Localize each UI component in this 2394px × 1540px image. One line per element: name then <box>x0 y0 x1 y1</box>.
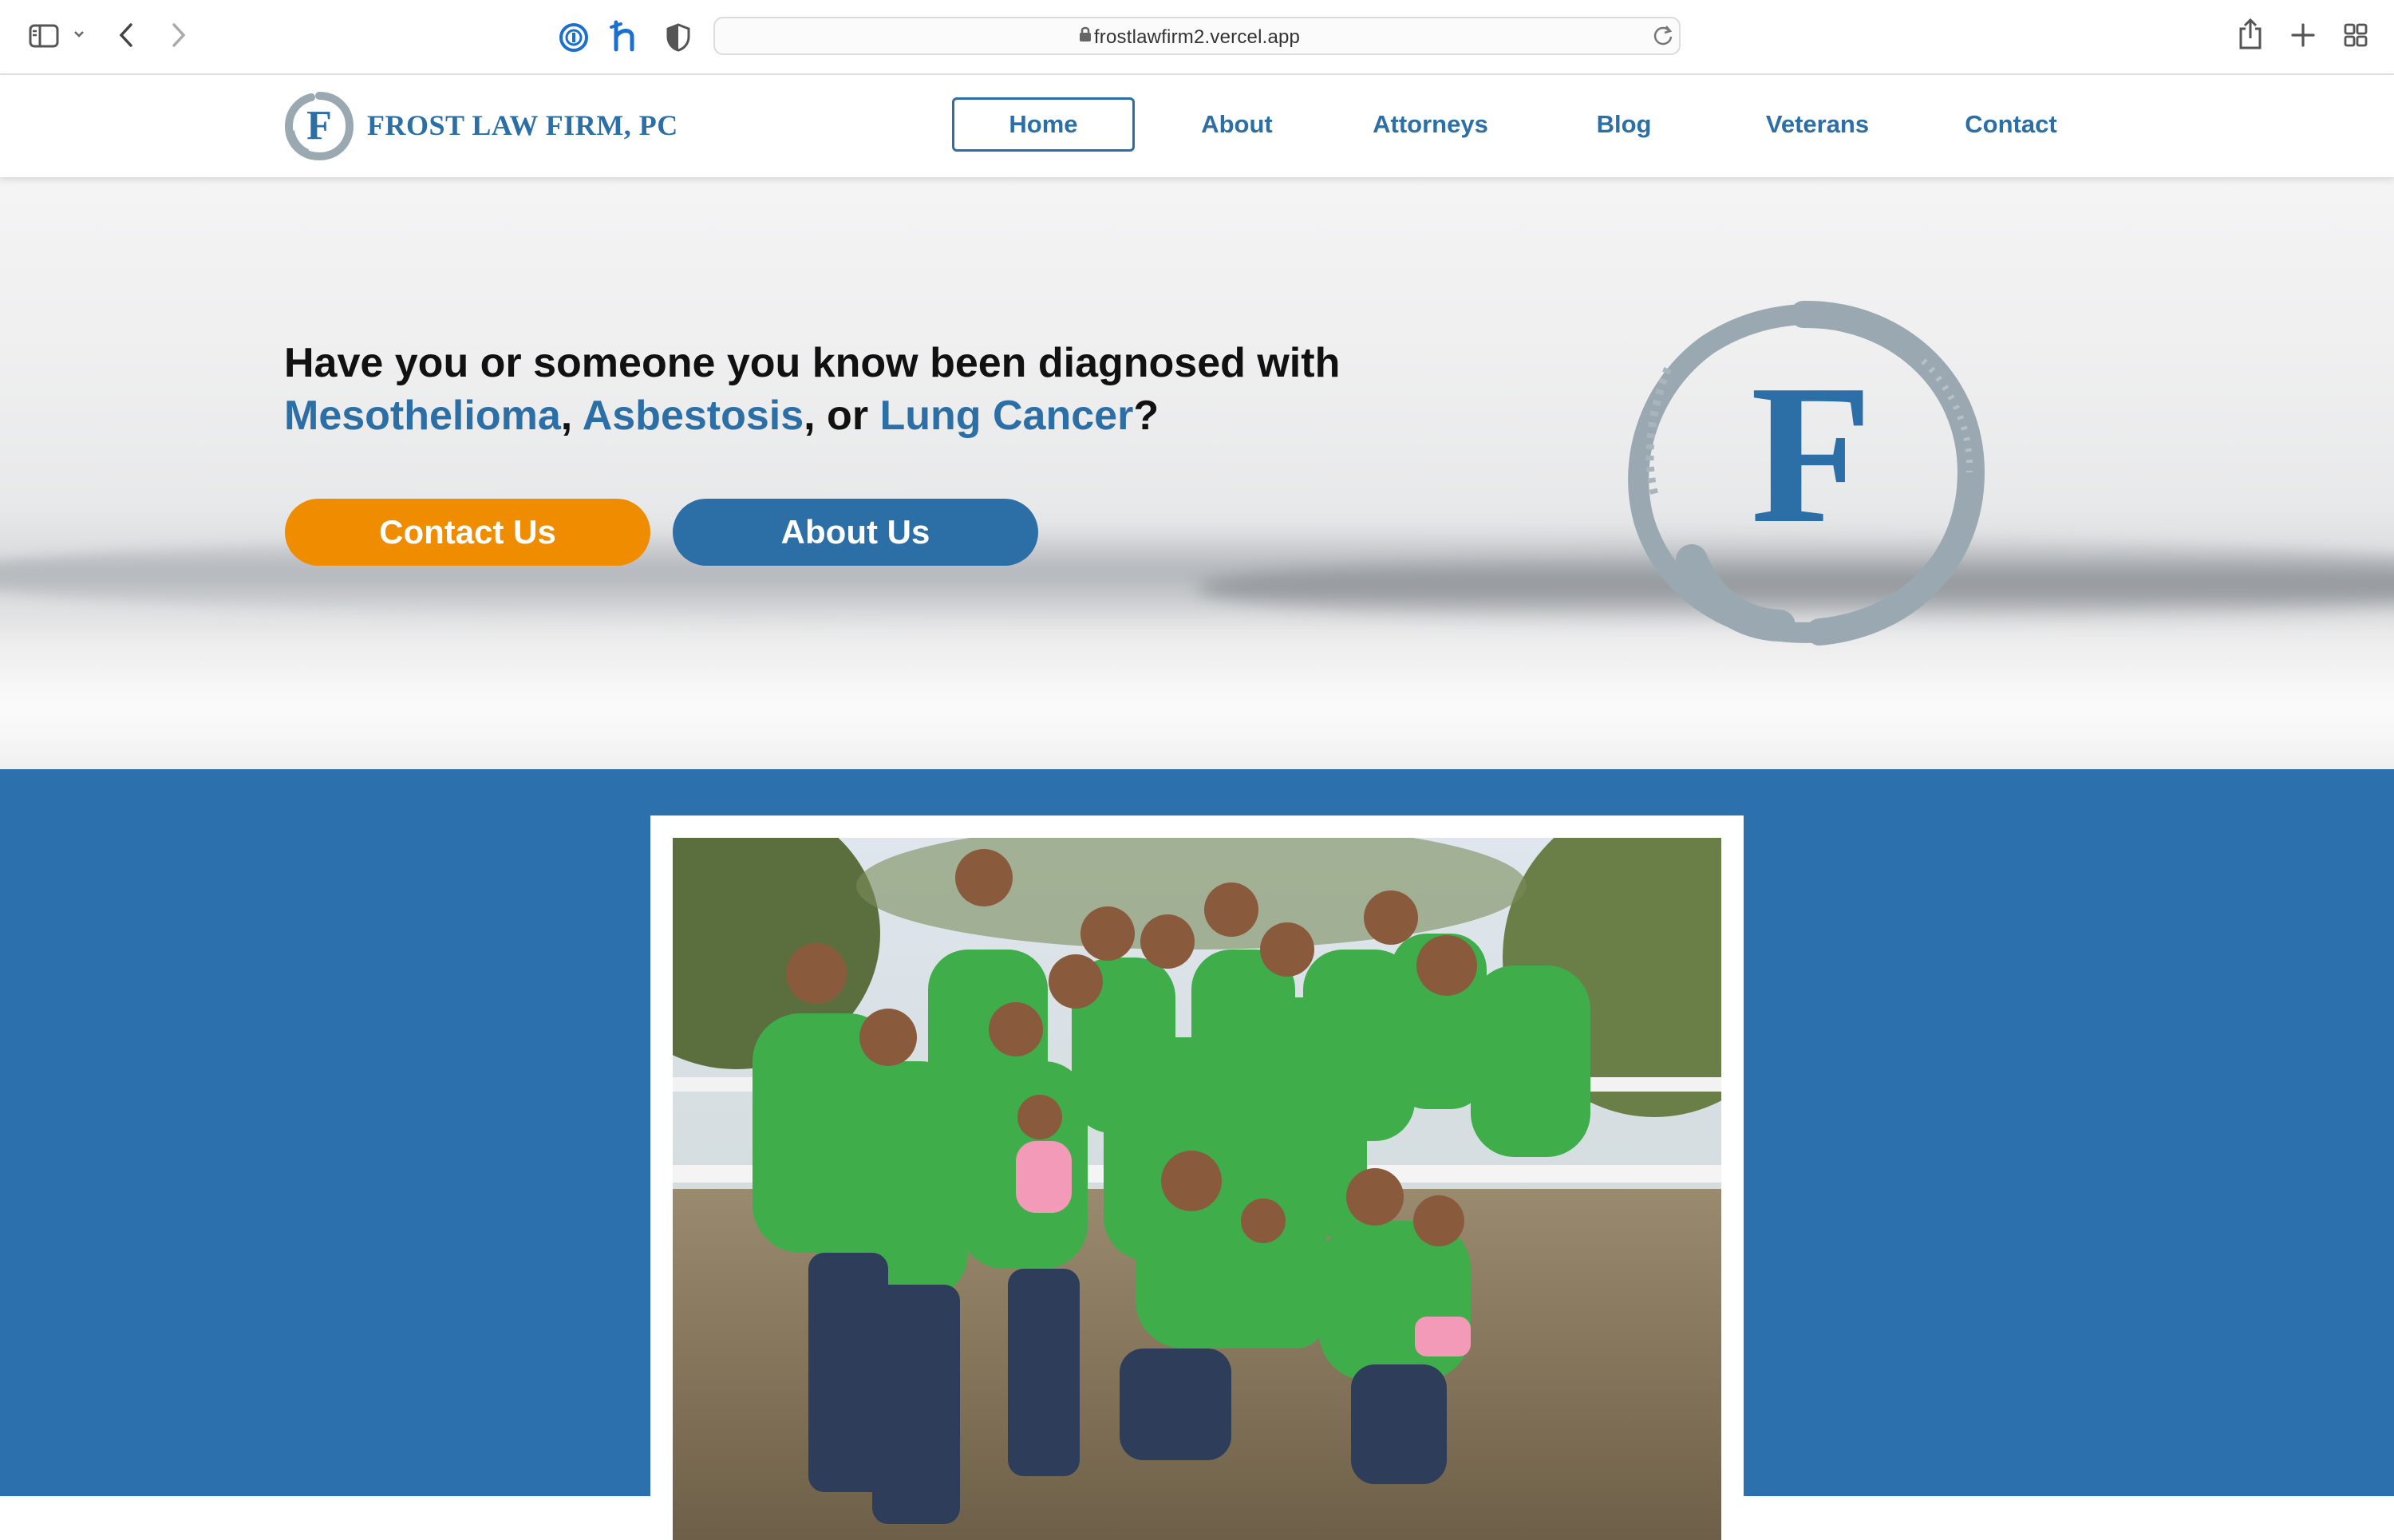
headline-separator: , <box>560 393 583 439</box>
headline-end: ? <box>1133 393 1159 439</box>
hero-logo-emblem: F <box>1620 297 1995 652</box>
nav-about[interactable]: About <box>1181 97 1293 152</box>
nav-contact[interactable]: Contact <box>1947 97 2075 152</box>
hero-background-foam <box>0 624 2394 769</box>
firm-name[interactable]: FROST LAW FIRM, PC <box>367 109 678 142</box>
firm-logo[interactable]: F <box>284 91 354 165</box>
browser-toolbar: frostlawfirm2.vercel.app <box>0 0 2394 75</box>
reload-icon[interactable] <box>1652 24 1674 50</box>
photo-frame <box>650 815 1744 1540</box>
site-header: F FROST LAW FIRM, PC Home About Attorney… <box>0 75 2394 177</box>
nav-attorneys[interactable]: Attorneys <box>1357 97 1504 152</box>
password-manager-icon[interactable] <box>559 22 589 53</box>
hero-headline: Have you or someone you know been diagno… <box>284 337 1481 442</box>
address-bar[interactable]: frostlawfirm2.vercel.app <box>713 17 1681 55</box>
nav-home[interactable]: Home <box>952 97 1135 152</box>
new-tab-icon[interactable] <box>2290 22 2316 48</box>
forward-icon[interactable] <box>171 22 187 48</box>
hero-section: Have you or someone you know been diagno… <box>0 177 2394 769</box>
contact-us-button[interactable]: Contact Us <box>285 499 650 566</box>
nav-blog[interactable]: Blog <box>1564 97 1684 152</box>
headline-separator: , or <box>804 393 880 439</box>
about-us-button[interactable]: About Us <box>673 499 1038 566</box>
tab-overview-icon[interactable] <box>2343 22 2368 48</box>
term-lung-cancer: Lung Cancer <box>879 393 1134 439</box>
url-text[interactable]: frostlawfirm2.vercel.app <box>715 26 1679 49</box>
back-icon[interactable] <box>118 22 134 48</box>
honey-extension-icon[interactable] <box>610 19 638 53</box>
term-asbestosis: Asbestosis <box>582 393 804 439</box>
team-photo-image <box>673 838 1721 1540</box>
team-photo <box>673 838 1721 1540</box>
chevron-down-icon[interactable] <box>73 30 85 38</box>
term-mesothelioma: Mesothelioma <box>284 393 561 439</box>
share-icon[interactable] <box>2238 18 2263 51</box>
emblem-letter: F <box>1750 344 1873 565</box>
sidebar-icon[interactable] <box>29 24 59 48</box>
logo-letter: F <box>306 103 332 148</box>
team-section <box>0 769 2394 1540</box>
privacy-shield-icon[interactable] <box>666 22 691 53</box>
nav-veterans[interactable]: Veterans <box>1748 97 1887 152</box>
lock-icon <box>1079 26 1092 46</box>
headline-line1: Have you or someone you know been diagno… <box>284 340 1341 386</box>
